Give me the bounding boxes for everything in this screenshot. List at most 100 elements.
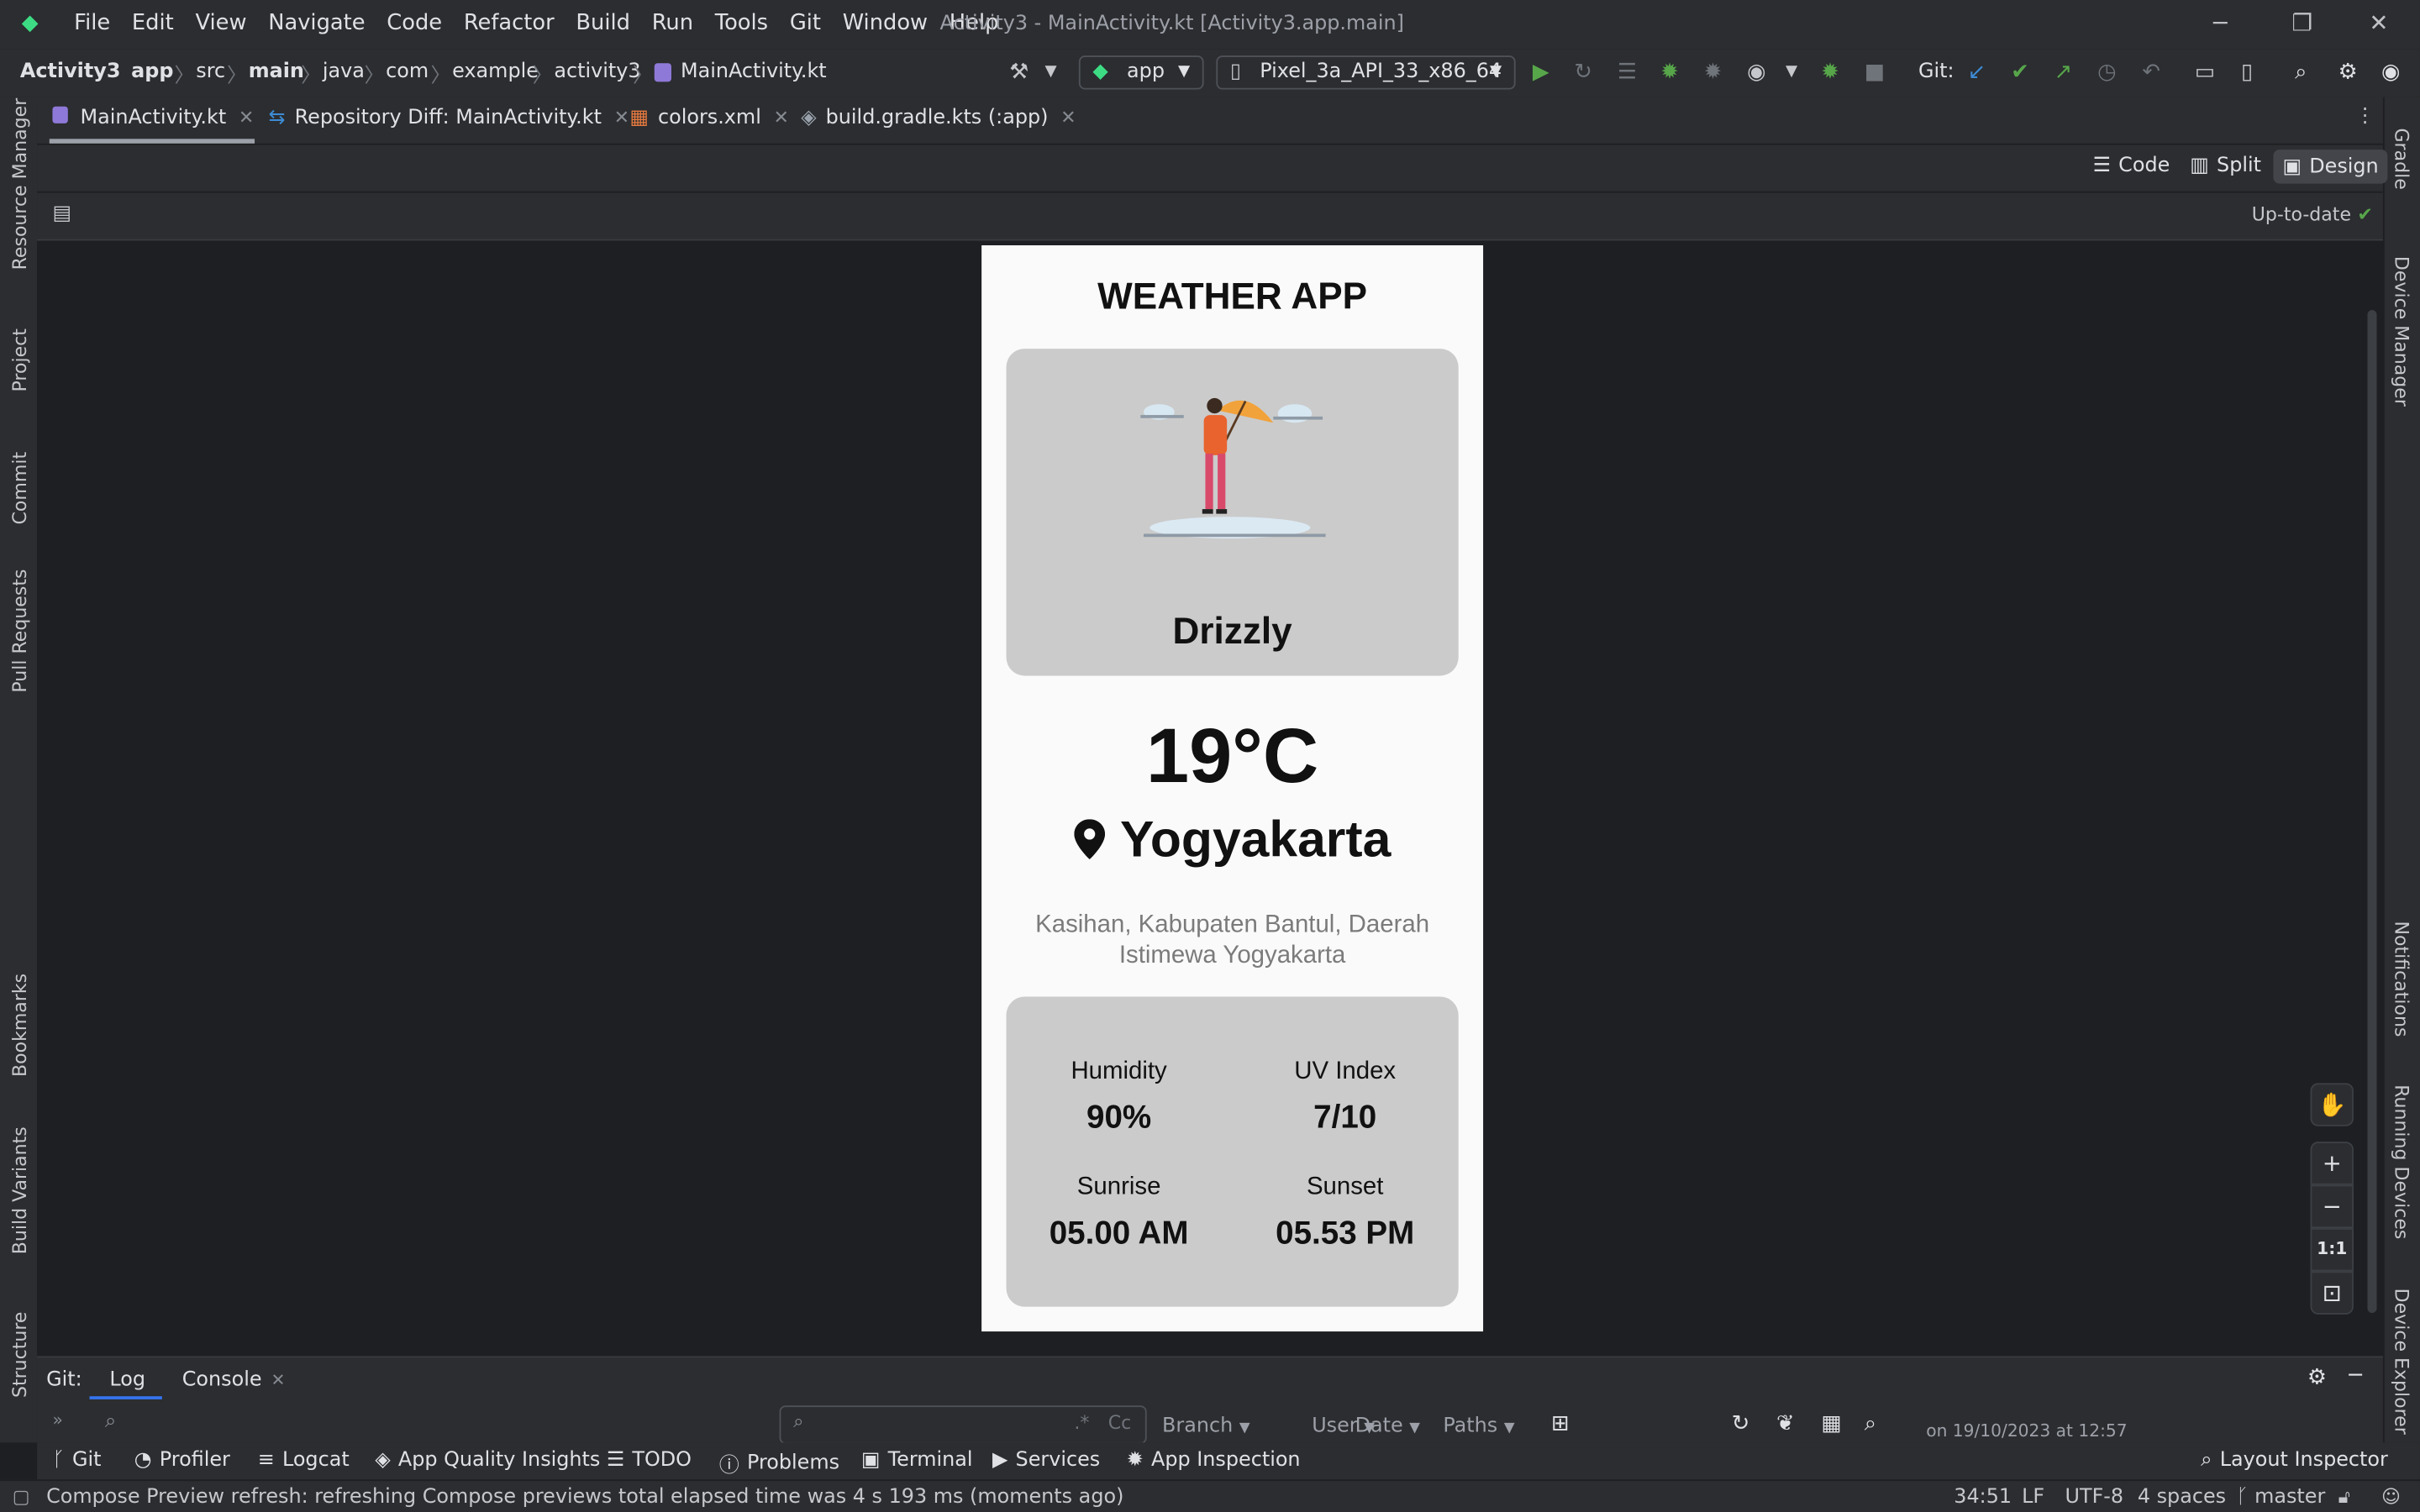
- layout-options-icon[interactable]: ▤: [52, 202, 71, 226]
- indent-setting[interactable]: 4 spaces: [2138, 1486, 2226, 1509]
- tab-mainactivity[interactable]: MainActivity.kt ✕: [52, 106, 254, 129]
- close-tab-icon[interactable]: ✕: [774, 107, 789, 129]
- tool-profiler[interactable]: ◔ Profiler: [134, 1449, 230, 1473]
- tool-services[interactable]: ▶ Services: [992, 1449, 1100, 1473]
- history-icon[interactable]: ◷: [2097, 60, 2116, 85]
- breadcrumb-src[interactable]: src: [196, 60, 225, 84]
- cherry-pick-icon[interactable]: ❦: [1776, 1412, 1795, 1436]
- match-case-icon[interactable]: Cc: [1108, 1412, 1132, 1434]
- chevron-down-icon[interactable]: ▼: [1044, 63, 1056, 80]
- view-options-icon[interactable]: ▦: [1821, 1412, 1841, 1436]
- git-push-icon[interactable]: ↗: [2054, 60, 2073, 85]
- more-tabs-icon[interactable]: ⋮: [2355, 105, 2375, 129]
- menu-edit[interactable]: Edit: [132, 11, 174, 35]
- tool-running-devices[interactable]: Running Devices: [2391, 1084, 2412, 1239]
- view-mode-split[interactable]: ▥ Split: [2190, 155, 2261, 178]
- ai-assistant-icon[interactable]: ☺: [2381, 1486, 2401, 1508]
- menu-view[interactable]: View: [195, 11, 246, 35]
- new-branch-icon[interactable]: ⊞: [1551, 1412, 1570, 1436]
- breadcrumb-file[interactable]: MainActivity.kt: [681, 60, 827, 84]
- attach-process-icon[interactable]: ✹: [1821, 60, 1839, 85]
- git-log-search-input[interactable]: ⌕ .* Cc: [779, 1405, 1147, 1445]
- refresh-icon[interactable]: ↻: [1732, 1412, 1750, 1436]
- device-select[interactable]: ▯ Pixel_3a_API_33_x86_64 ▼: [1216, 55, 1516, 90]
- tool-logcat[interactable]: ≡ Logcat: [258, 1449, 350, 1473]
- filter-paths[interactable]: Paths ▼: [1443, 1415, 1514, 1438]
- line-separator[interactable]: LF: [2022, 1486, 2044, 1509]
- breadcrumb-main[interactable]: main: [249, 60, 304, 84]
- tool-layout-inspector[interactable]: ⌕ Layout Inspector: [2201, 1449, 2388, 1473]
- tool-device-manager[interactable]: Device Manager: [2391, 256, 2412, 407]
- rollback-icon[interactable]: ↶: [2142, 60, 2160, 85]
- zoom-in-icon[interactable]: +: [2310, 1142, 2354, 1185]
- regex-icon[interactable]: .*: [1074, 1412, 1089, 1434]
- tool-commit[interactable]: Commit: [9, 452, 31, 525]
- breadcrumb-project[interactable]: Activity3: [20, 60, 121, 84]
- breadcrumb-activity3[interactable]: activity3: [554, 60, 640, 84]
- tool-pull-requests[interactable]: Pull Requests: [9, 570, 31, 693]
- tool-structure[interactable]: Structure: [9, 1312, 31, 1399]
- tool-git[interactable]: ᚴ Git: [52, 1449, 101, 1473]
- tool-build-variants[interactable]: Build Variants: [9, 1126, 31, 1254]
- minimize-icon[interactable]: ─: [2213, 9, 2228, 37]
- close-icon[interactable]: ✕: [2369, 9, 2388, 37]
- expand-icon[interactable]: »: [52, 1410, 62, 1431]
- filter-branch[interactable]: Branch ▼: [1162, 1415, 1250, 1438]
- breadcrumb-example[interactable]: example: [452, 60, 539, 84]
- tab-colors-xml[interactable]: ▦ colors.xml ✕: [629, 107, 789, 130]
- breadcrumb-module[interactable]: app: [131, 60, 173, 84]
- run-config-select[interactable]: ◆ app ▼: [1078, 55, 1204, 90]
- zoom-to-fit-icon[interactable]: ⊡: [2310, 1271, 2354, 1315]
- zoom-out-icon[interactable]: −: [2310, 1184, 2354, 1229]
- search-icon[interactable]: ⌕: [2295, 60, 2307, 85]
- settings-gear-icon[interactable]: ⚙: [2307, 1365, 2327, 1389]
- tab-repository-diff[interactable]: ⇆ Repository Diff: MainActivity.kt ✕: [269, 107, 630, 130]
- menu-code[interactable]: Code: [387, 11, 442, 35]
- menu-tools[interactable]: Tools: [715, 11, 768, 35]
- restore-icon[interactable]: ❐: [2291, 9, 2312, 37]
- menu-refactor[interactable]: Refactor: [464, 11, 555, 35]
- panel-toggle-icon[interactable]: ▢: [13, 1486, 30, 1508]
- canvas-scrollbar[interactable]: [2367, 310, 2377, 1314]
- close-tab-icon[interactable]: ✕: [614, 107, 629, 129]
- device-mirror-icon[interactable]: ▭: [2195, 60, 2215, 85]
- caret-position[interactable]: 34:51: [1954, 1486, 2012, 1509]
- view-mode-code[interactable]: ☰ Code: [2093, 155, 2170, 178]
- git-tab-log[interactable]: Log: [109, 1368, 145, 1392]
- hammer-icon[interactable]: ⚒: [1009, 60, 1028, 85]
- device-manager-icon[interactable]: ▯: [2241, 60, 2253, 85]
- zoom-reset-button[interactable]: 1:1: [2310, 1228, 2354, 1272]
- debug-icon[interactable]: ✹: [1660, 60, 1679, 85]
- account-icon[interactable]: ◉: [2381, 60, 2400, 85]
- apply-changes-icon[interactable]: ↻: [1574, 60, 1592, 85]
- profile-icon[interactable]: ✹: [1704, 60, 1723, 85]
- stop-icon[interactable]: ■: [1865, 60, 1885, 85]
- compose-preview[interactable]: WEATHER APP Drizzly 19°C Yogyakarta Kasi…: [981, 245, 1484, 1332]
- tool-terminal[interactable]: ▣ Terminal: [861, 1449, 973, 1473]
- tool-todo[interactable]: ☰ TODO: [607, 1449, 692, 1473]
- chevron-down-icon[interactable]: ▼: [1786, 63, 1797, 80]
- tool-app-inspection[interactable]: ✹ App Inspection: [1127, 1449, 1301, 1473]
- git-tab-console[interactable]: Console ✕: [182, 1368, 286, 1392]
- tool-bookmarks[interactable]: Bookmarks: [9, 974, 31, 1077]
- menu-navigate[interactable]: Navigate: [268, 11, 365, 35]
- git-branch-widget[interactable]: ᚴ master: [2236, 1486, 2325, 1509]
- menu-run[interactable]: Run: [652, 11, 693, 35]
- close-tab-icon[interactable]: ✕: [239, 107, 254, 129]
- tool-device-explorer[interactable]: Device Explorer: [2391, 1289, 2412, 1435]
- view-mode-design[interactable]: ▣ Design: [2273, 150, 2388, 184]
- menu-git[interactable]: Git: [790, 11, 821, 35]
- run-icon[interactable]: ▶: [1533, 60, 1549, 85]
- git-commit-icon[interactable]: ✔: [2011, 60, 2029, 85]
- apply-code-changes-icon[interactable]: ☰: [1618, 60, 1637, 85]
- menu-file[interactable]: File: [74, 11, 110, 35]
- filter-date[interactable]: Date ▼: [1355, 1415, 1420, 1438]
- minimize-panel-icon[interactable]: ─: [2349, 1364, 2361, 1389]
- breadcrumb-com[interactable]: com: [386, 60, 429, 84]
- tool-project[interactable]: Project: [9, 328, 31, 391]
- tab-build-gradle[interactable]: ◈ build.gradle.kts (:app) ✕: [801, 107, 1076, 130]
- search-icon[interactable]: ⌕: [105, 1410, 116, 1434]
- tool-resource-manager[interactable]: Resource Manager: [9, 98, 31, 270]
- breadcrumb-java[interactable]: java: [323, 60, 365, 84]
- close-tab-icon[interactable]: ✕: [1060, 107, 1076, 129]
